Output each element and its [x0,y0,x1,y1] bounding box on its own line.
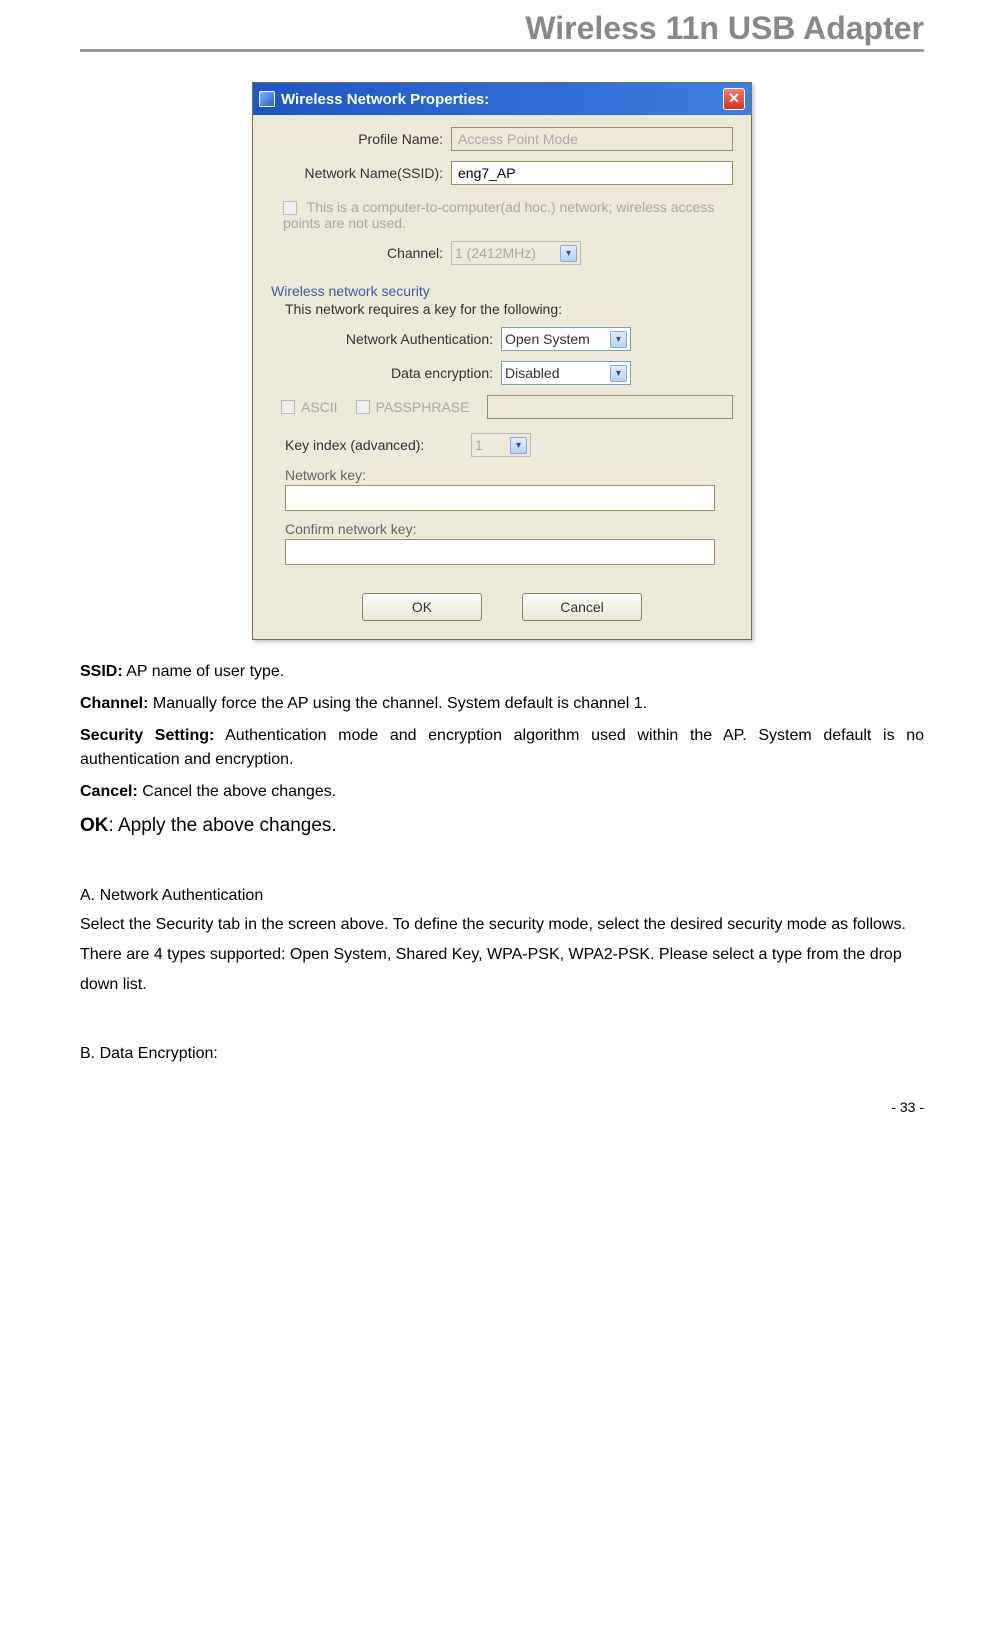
encryption-label: Data encryption: [271,365,501,381]
chevron-down-icon[interactable]: ▾ [610,331,627,348]
network-key-label: Network key: [285,467,733,483]
ascii-checkbox-row: ASCII [281,399,338,415]
adhoc-checkbox-row: This is a computer-to-computer(ad hoc.) … [283,199,733,231]
section-b: B. Data Encryption: [80,1039,924,1069]
doc-channel: Channel: Manually force the AP using the… [80,692,924,716]
ok-button[interactable]: OK [362,593,482,621]
data-encryption-value: Disabled [505,365,559,381]
key-index-select: 1 ▾ [471,433,531,457]
key-index-label: Key index (advanced): [271,437,471,453]
dialog-title-text: Wireless Network Properties: [281,91,489,108]
ascii-checkbox [281,400,295,414]
section-b-heading: B. Data Encryption: [80,1039,924,1069]
passphrase-checkbox [356,400,370,414]
network-key-input[interactable] [285,485,715,511]
chevron-down-icon: ▾ [510,437,527,454]
doc-ssid: SSID: AP name of user type. [80,660,924,684]
adhoc-text: This is a computer-to-computer(ad hoc.) … [283,199,714,231]
security-section-label: Wireless network security [271,283,733,299]
confirm-key-label: Confirm network key: [285,521,733,537]
key-index-value: 1 [475,437,483,453]
channel-value: 1 (2412MHz) [455,245,536,261]
data-encryption-select[interactable]: Disabled ▾ [501,361,631,385]
passphrase-label: PASSPHRASE [376,399,470,415]
ascii-label: ASCII [301,399,338,415]
page-number: - 33 - [80,1099,924,1115]
channel-label: Channel: [271,245,451,261]
network-auth-select[interactable]: Open System ▾ [501,327,631,351]
channel-select: 1 (2412MHz) ▾ [451,241,581,265]
cancel-button[interactable]: Cancel [522,593,642,621]
confirm-key-input[interactable] [285,539,715,565]
security-sublabel: This network requires a key for the foll… [285,301,733,317]
passphrase-checkbox-row: PASSPHRASE [356,399,470,415]
dialog-icon [259,91,275,107]
adhoc-checkbox [283,201,297,215]
section-a-heading: A. Network Authentication [80,881,924,911]
section-a: A. Network Authentication Select the Sec… [80,881,924,999]
profile-name-input [451,127,733,151]
dialog-titlebar: Wireless Network Properties: ✕ [253,83,751,115]
ssid-label: Network Name(SSID): [271,165,451,181]
doc-security: Security Setting: Authentication mode an… [80,724,924,772]
ssid-input[interactable] [451,161,733,185]
close-button[interactable]: ✕ [723,88,745,110]
chevron-down-icon[interactable]: ▾ [610,365,627,382]
profile-name-label: Profile Name: [271,131,451,147]
passphrase-input [487,395,733,419]
page-header: Wireless 11n USB Adapter [80,10,924,52]
auth-label: Network Authentication: [271,331,501,347]
doc-ok: OK: Apply the above changes. [80,812,924,841]
wireless-properties-dialog: Wireless Network Properties: ✕ Profile N… [252,82,752,640]
network-auth-value: Open System [505,331,590,347]
section-a-body: Select the Security tab in the screen ab… [80,910,924,999]
chevron-down-icon: ▾ [560,245,577,262]
doc-cancel: Cancel: Cancel the above changes. [80,780,924,804]
